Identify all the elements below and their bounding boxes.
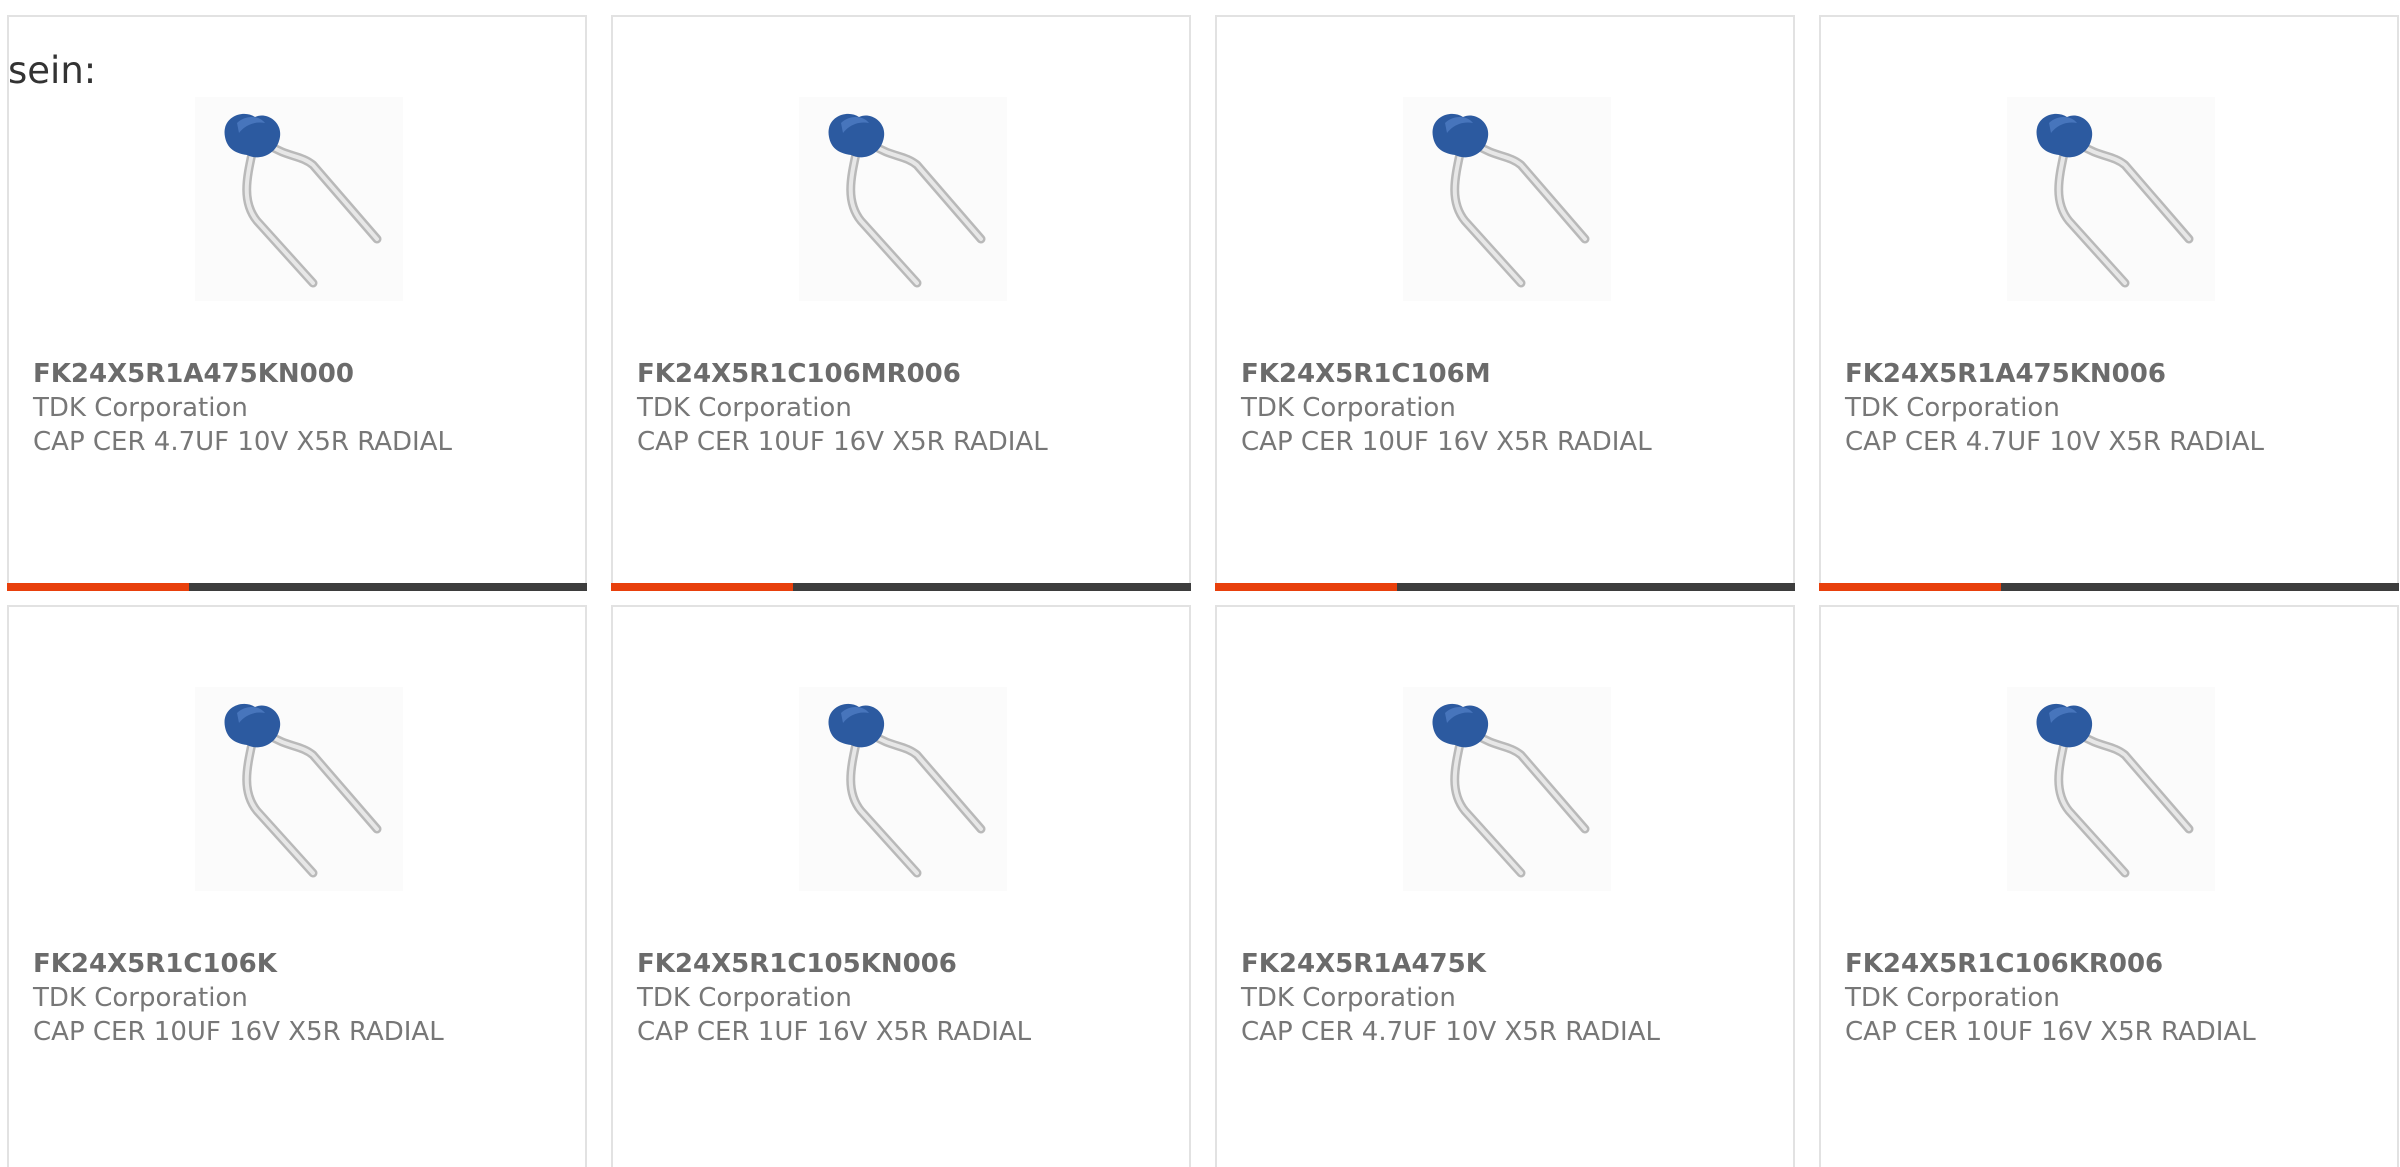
product-info: FK24X5R1C106KR006 TDK Corporation CAP CE… <box>1845 947 2377 1049</box>
product-card[interactable]: FK24X5R1A475KN000 TDK Corporation CAP CE… <box>7 15 587 591</box>
product-page: sein: FK24X5R1A475KN000 TDK Corporation … <box>0 0 2400 1167</box>
product-info: FK24X5R1A475K TDK Corporation CAP CER 4.… <box>1241 947 1773 1049</box>
product-info: FK24X5R1C106K TDK Corporation CAP CER 10… <box>33 947 565 1049</box>
product-description: CAP CER 1UF 16V X5R RADIAL <box>637 1017 1032 1047</box>
manufacturer-name: TDK Corporation <box>1241 983 1456 1013</box>
manufacturer-name: TDK Corporation <box>1241 393 1456 423</box>
manufacturer-name: TDK Corporation <box>1845 983 2060 1013</box>
product-description: CAP CER 10UF 16V X5R RADIAL <box>1845 1017 2256 1047</box>
capacitor-image[interactable] <box>2007 687 2215 891</box>
intro-text: sein: <box>8 49 97 92</box>
product-info: FK24X5R1C106M TDK Corporation CAP CER 10… <box>1241 357 1773 459</box>
capacitor-image[interactable] <box>195 687 403 891</box>
manufacturer-name: TDK Corporation <box>637 393 852 423</box>
part-number-link[interactable]: FK24X5R1C106K <box>33 947 565 981</box>
product-description: CAP CER 4.7UF 10V X5R RADIAL <box>1845 427 2264 457</box>
capacitor-image[interactable] <box>1403 687 1611 891</box>
accent-bar <box>611 583 1191 591</box>
product-card[interactable]: FK24X5R1A475KN006 TDK Corporation CAP CE… <box>1819 15 2399 591</box>
capacitor-image[interactable] <box>1403 97 1611 301</box>
product-description: CAP CER 10UF 16V X5R RADIAL <box>1241 427 1652 457</box>
product-info: FK24X5R1C106MR006 TDK Corporation CAP CE… <box>637 357 1169 459</box>
product-info: FK24X5R1A475KN006 TDK Corporation CAP CE… <box>1845 357 2377 459</box>
product-card[interactable]: FK24X5R1C106K TDK Corporation CAP CER 10… <box>7 605 587 1167</box>
product-card[interactable]: FK24X5R1C106MR006 TDK Corporation CAP CE… <box>611 15 1191 591</box>
product-info: FK24X5R1C105KN006 TDK Corporation CAP CE… <box>637 947 1169 1049</box>
product-card[interactable]: FK24X5R1C105KN006 TDK Corporation CAP CE… <box>611 605 1191 1167</box>
manufacturer-name: TDK Corporation <box>33 393 248 423</box>
accent-bar <box>1215 583 1795 591</box>
part-number-link[interactable]: FK24X5R1A475K <box>1241 947 1773 981</box>
part-number-link[interactable]: FK24X5R1C106MR006 <box>637 357 1169 391</box>
accent-bar <box>1819 583 2399 591</box>
manufacturer-name: TDK Corporation <box>1845 393 2060 423</box>
product-grid: FK24X5R1A475KN000 TDK Corporation CAP CE… <box>7 15 2399 1167</box>
part-number-link[interactable]: FK24X5R1C106KR006 <box>1845 947 2377 981</box>
product-description: CAP CER 10UF 16V X5R RADIAL <box>637 427 1048 457</box>
product-card[interactable]: FK24X5R1A475K TDK Corporation CAP CER 4.… <box>1215 605 1795 1167</box>
part-number-link[interactable]: FK24X5R1C105KN006 <box>637 947 1169 981</box>
product-description: CAP CER 10UF 16V X5R RADIAL <box>33 1017 444 1047</box>
product-description: CAP CER 4.7UF 10V X5R RADIAL <box>1241 1017 1660 1047</box>
product-description: CAP CER 4.7UF 10V X5R RADIAL <box>33 427 452 457</box>
product-info: FK24X5R1A475KN000 TDK Corporation CAP CE… <box>33 357 565 459</box>
capacitor-image[interactable] <box>799 687 1007 891</box>
part-number-link[interactable]: FK24X5R1A475KN006 <box>1845 357 2377 391</box>
product-card[interactable]: FK24X5R1C106KR006 TDK Corporation CAP CE… <box>1819 605 2399 1167</box>
capacitor-image[interactable] <box>2007 97 2215 301</box>
manufacturer-name: TDK Corporation <box>637 983 852 1013</box>
accent-bar <box>7 583 587 591</box>
capacitor-image[interactable] <box>799 97 1007 301</box>
part-number-link[interactable]: FK24X5R1A475KN000 <box>33 357 565 391</box>
manufacturer-name: TDK Corporation <box>33 983 248 1013</box>
part-number-link[interactable]: FK24X5R1C106M <box>1241 357 1773 391</box>
product-card[interactable]: FK24X5R1C106M TDK Corporation CAP CER 10… <box>1215 15 1795 591</box>
capacitor-image[interactable] <box>195 97 403 301</box>
